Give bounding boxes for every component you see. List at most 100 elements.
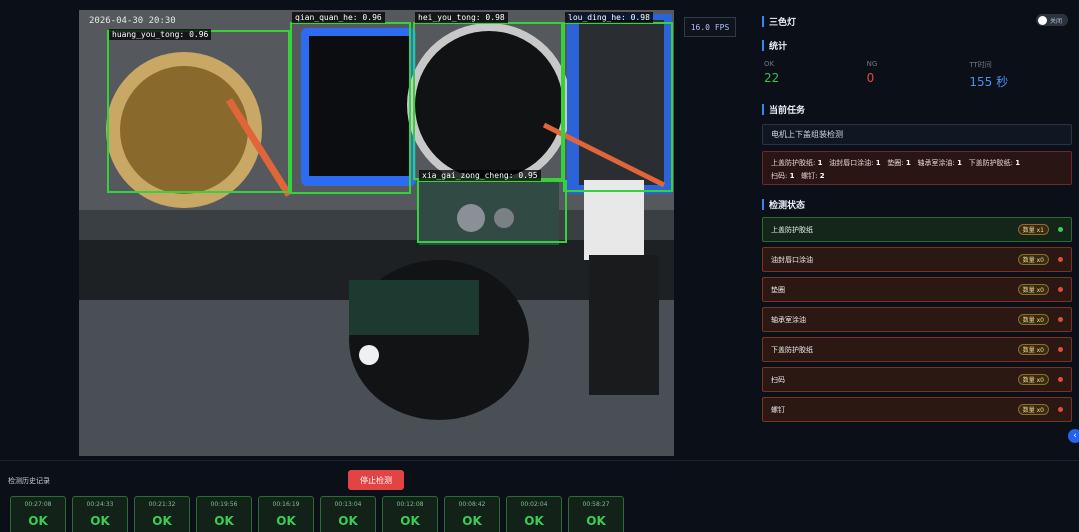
history-card[interactable]: 00:21:32 OK xyxy=(134,496,190,532)
detection-label: qian_quan_he: 0.96 xyxy=(292,12,385,23)
history-time: 00:16:19 xyxy=(272,501,300,508)
light-toggle[interactable]: 关闭 xyxy=(1036,14,1068,26)
light-section-title: 三色灯 xyxy=(762,14,1072,28)
req-name: 上盖防护胶纸: xyxy=(771,159,816,167)
history-result: OK xyxy=(400,514,420,528)
stats-section-title: 统计 xyxy=(762,38,1072,52)
section-accent-bar xyxy=(762,39,764,51)
stats-title: 统计 xyxy=(769,41,788,52)
section-accent-bar xyxy=(762,103,764,115)
status-dot-icon xyxy=(1058,287,1063,292)
light-toggle-label: 关闭 xyxy=(1050,17,1063,25)
stat-value: 22 xyxy=(764,71,780,85)
stop-detection-button[interactable]: 停止检测 xyxy=(348,470,404,490)
req-name: 油封唇口涂油: xyxy=(829,159,874,167)
collapse-panel-icon[interactable]: ‹ xyxy=(1068,429,1079,443)
status-count-badge: 数量 x1 xyxy=(1017,224,1049,235)
status-dot-icon xyxy=(1058,407,1063,412)
status-item-label: 扫码 xyxy=(771,375,785,384)
divider xyxy=(0,460,1079,461)
req-count: 1 xyxy=(817,159,823,167)
stat-key: TT时间 xyxy=(969,61,992,69)
history-card[interactable]: 00:12:08 OK xyxy=(382,496,438,532)
status-item: 扫码 数量 x0 xyxy=(762,367,1072,392)
req-name: 下盖防护胶纸: xyxy=(968,159,1013,167)
status-item: 垫圈 数量 x0 xyxy=(762,277,1072,302)
detection-label: huang_you_tong: 0.96 xyxy=(109,29,212,40)
history-time: 00:21:32 xyxy=(148,501,176,508)
toggle-knob xyxy=(1038,15,1047,25)
section-accent-bar xyxy=(762,198,764,210)
detection-label: xia_gai_zong_cheng: 0.95 xyxy=(419,170,541,181)
history-result: OK xyxy=(586,514,606,528)
history-title: 检测历史记录 xyxy=(8,477,50,485)
req-count: 1 xyxy=(789,172,795,180)
history-result: OK xyxy=(338,514,358,528)
status-dot-icon xyxy=(1058,317,1063,322)
detection-label: lou_ding_he: 0.98 xyxy=(565,12,653,23)
status-count-badge: 数量 x0 xyxy=(1017,404,1049,415)
history-result: OK xyxy=(524,514,544,528)
status-title: 检测状态 xyxy=(769,200,806,211)
right-panel: 三色灯 关闭 统计 OK 22 NG 0 TT时间 155 秒 当前任务 电机上… xyxy=(762,8,1072,458)
status-item-label: 垫圈 xyxy=(771,285,785,294)
status-count-badge: 数量 x0 xyxy=(1017,374,1049,385)
status-dot-icon xyxy=(1058,347,1063,352)
status-item: 轴承室涂油 数量 x0 xyxy=(762,307,1072,332)
req-name: 垫圈: xyxy=(887,159,904,167)
task-requirements: 上盖防护胶纸: 1 油封唇口涂油: 1 垫圈: 1 轴承室涂油: 1 下盖防护胶… xyxy=(762,151,1072,185)
detection-box: lou_ding_he: 0.98 xyxy=(563,12,673,192)
history-card[interactable]: 00:27:08 OK xyxy=(10,496,66,532)
req-count: 1 xyxy=(905,159,911,167)
detection-box: qian_quan_he: 0.96 xyxy=(290,12,411,194)
stat-tt: TT时间 155 秒 xyxy=(969,60,1072,90)
fps-readout: 16.0 FPS xyxy=(684,17,736,37)
status-item-label: 下盖防护胶纸 xyxy=(771,345,813,354)
history-time: 00:58:27 xyxy=(582,501,610,508)
req-name: 螺钉: xyxy=(801,172,818,180)
stat-ng: NG 0 xyxy=(867,60,970,90)
status-item-label: 螺钉 xyxy=(771,405,785,414)
stat-value: 0 xyxy=(866,71,875,85)
history-card[interactable]: 00:24:33 OK xyxy=(72,496,128,532)
status-dot-icon xyxy=(1058,257,1063,262)
history-card[interactable]: 00:58:27 OK xyxy=(568,496,624,532)
history-time: 00:02:04 xyxy=(520,501,548,508)
status-item: 螺钉 数量 x0 xyxy=(762,397,1072,422)
req-count: 2 xyxy=(819,172,825,180)
history-time: 00:13:04 xyxy=(334,501,362,508)
status-dot-icon xyxy=(1058,227,1063,232)
detection-label: hei_you_tong: 0.98 xyxy=(415,12,508,23)
history-result: OK xyxy=(28,514,48,528)
history-card[interactable]: 00:08:42 OK xyxy=(444,496,500,532)
status-item: 油封唇口涂油 数量 x0 xyxy=(762,247,1072,272)
status-count-badge: 数量 x0 xyxy=(1017,254,1049,265)
history-result: OK xyxy=(276,514,296,528)
section-accent-bar xyxy=(762,15,764,27)
history-time: 00:24:33 xyxy=(86,501,114,508)
history-result: OK xyxy=(214,514,234,528)
stat-key: OK xyxy=(764,60,775,68)
history-card[interactable]: 00:02:04 OK xyxy=(506,496,562,532)
status-item: 下盖防护胶纸 数量 x0 xyxy=(762,337,1072,362)
history-result: OK xyxy=(90,514,110,528)
status-section-title: 检测状态 xyxy=(762,197,1072,211)
camera-timestamp: 2026-04-30 20:30 xyxy=(89,16,176,26)
stat-ok: OK 22 xyxy=(764,60,867,90)
camera-feed: 2026-04-30 20:30 huang_you_tong: 0.96 qi… xyxy=(79,10,674,456)
detection-box: huang_you_tong: 0.96 xyxy=(107,29,290,193)
light-title: 三色灯 xyxy=(769,17,797,28)
req-count: 1 xyxy=(875,159,881,167)
status-item-label: 轴承室涂油 xyxy=(771,315,806,324)
history-time: 00:19:56 xyxy=(210,501,238,508)
status-count-badge: 数量 x0 xyxy=(1017,344,1049,355)
history-card[interactable]: 00:19:56 OK xyxy=(196,496,252,532)
stat-key: NG xyxy=(866,60,878,68)
status-item: 上盖防护胶纸 数量 x1 xyxy=(762,217,1072,242)
history-card[interactable]: 00:16:19 OK xyxy=(258,496,314,532)
stat-value: 155 秒 xyxy=(969,75,1009,89)
history-time: 00:08:42 xyxy=(458,501,486,508)
history-result: OK xyxy=(152,514,172,528)
history-card[interactable]: 00:13:04 OK xyxy=(320,496,376,532)
status-item-label: 上盖防护胶纸 xyxy=(771,225,813,234)
